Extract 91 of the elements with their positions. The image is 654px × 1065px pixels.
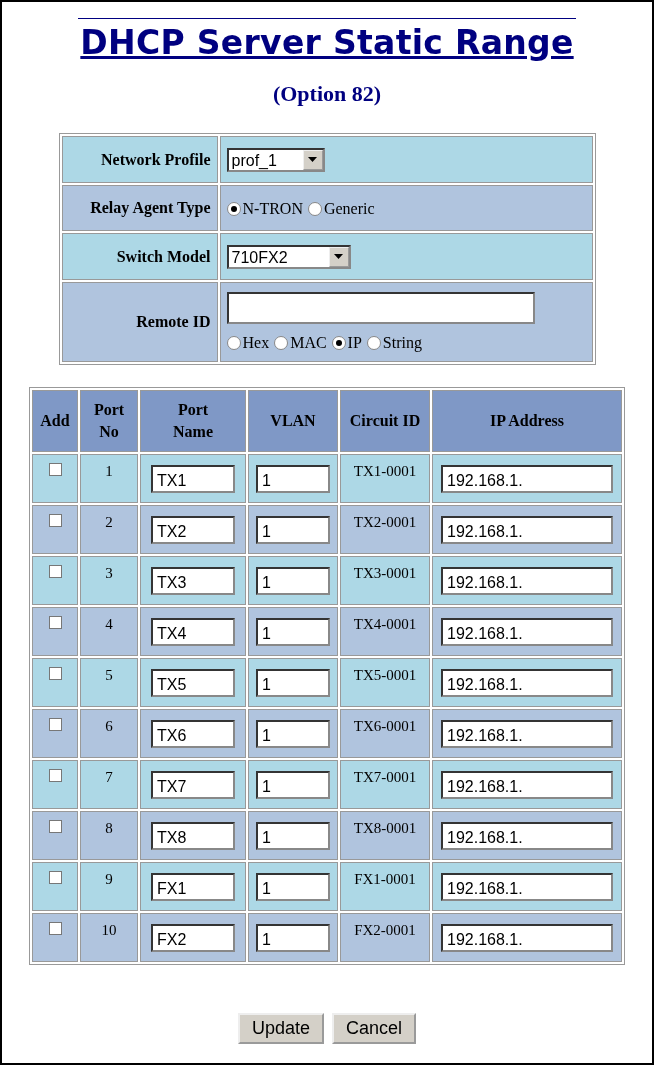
radio-button[interactable] (226, 335, 241, 350)
vlan-field[interactable]: 1 (256, 567, 330, 595)
column-header: VLAN (248, 390, 338, 452)
port-name-field[interactable]: TX1 (151, 465, 235, 493)
port-number: 5 (105, 667, 113, 683)
port-number: 4 (105, 616, 113, 632)
action-button[interactable]: Update (237, 1013, 324, 1044)
ip-address-field[interactable]: 192.168.1. (441, 669, 613, 697)
port-number: 1 (105, 463, 113, 479)
column-header: Add (32, 390, 78, 452)
ip-address-field[interactable]: 192.168.1. (441, 618, 613, 646)
port-number: 10 (101, 922, 117, 938)
circuit-id: FX1-0001 (354, 871, 416, 887)
circuit-id: TX3-0001 (353, 565, 417, 581)
port-name-field[interactable]: TX6 (151, 720, 235, 748)
field-label: Network Profile (61, 136, 218, 183)
radio-label[interactable]: Generic (323, 199, 375, 218)
ip-address-field[interactable]: 192.168.1. (441, 771, 613, 799)
column-header: IP Address (432, 390, 622, 452)
checkbox[interactable] (48, 616, 62, 629)
vlan-field[interactable]: 1 (256, 669, 330, 697)
circuit-id: TX6-0001 (353, 718, 417, 734)
circuit-id: TX7-0001 (353, 769, 417, 785)
vlan-field[interactable]: 1 (256, 516, 330, 544)
port-name-field[interactable]: TX2 (151, 516, 235, 544)
checkbox[interactable] (48, 820, 62, 833)
field-label: Relay Agent Type (61, 185, 218, 231)
column-header: Port Name (140, 390, 246, 452)
port-name-field[interactable]: TX4 (151, 618, 235, 646)
ip-address-field[interactable]: 192.168.1. (441, 567, 613, 595)
vlan-field[interactable]: 1 (256, 873, 330, 901)
port-number: 2 (105, 514, 113, 530)
ip-address-field[interactable]: 192.168.1. (441, 873, 613, 901)
page-title: DHCP Server Static Range (78, 18, 576, 63)
checkbox[interactable] (48, 769, 62, 782)
port-name-field[interactable]: TX7 (151, 771, 235, 799)
dropdown[interactable]: 710FX2 (226, 244, 351, 269)
vlan-field[interactable]: 1 (256, 822, 330, 850)
port-name-field[interactable]: TX3 (151, 567, 235, 595)
circuit-id: FX2-0001 (354, 922, 416, 938)
port-number: 3 (105, 565, 113, 581)
checkbox[interactable] (48, 565, 62, 578)
port-number: 9 (105, 871, 113, 887)
radio-button[interactable] (274, 335, 289, 350)
port-number: 7 (105, 769, 113, 785)
remote-id-field[interactable] (226, 292, 535, 325)
radio-button[interactable] (226, 201, 241, 216)
port-number: 8 (105, 820, 113, 836)
action-button[interactable]: Cancel (332, 1013, 417, 1044)
vlan-field[interactable]: 1 (256, 618, 330, 646)
radio-label[interactable]: Hex (242, 333, 270, 352)
column-header: Port No (80, 390, 138, 452)
radio-button[interactable] (331, 335, 346, 350)
checkbox[interactable] (48, 514, 62, 527)
radio-button[interactable] (307, 201, 322, 216)
checkbox[interactable] (48, 463, 62, 476)
field-label: Remote ID (61, 282, 218, 362)
radio-label[interactable]: N-TRON (242, 199, 303, 218)
ip-address-field[interactable]: 192.168.1. (441, 720, 613, 748)
radio-button[interactable] (366, 335, 381, 350)
radio-label[interactable]: IP (347, 333, 362, 352)
circuit-id: TX1-0001 (353, 463, 417, 479)
circuit-id: TX8-0001 (353, 820, 417, 836)
port-number: 6 (105, 718, 113, 734)
circuit-id: TX4-0001 (353, 616, 417, 632)
radio-label[interactable]: String (382, 333, 422, 352)
radio-label[interactable]: MAC (290, 333, 327, 352)
checkbox[interactable] (48, 922, 62, 935)
vlan-field[interactable]: 1 (256, 720, 330, 748)
port-name-field[interactable]: FX2 (151, 924, 235, 952)
caret-icon (334, 254, 343, 259)
vlan-field[interactable]: 1 (256, 465, 330, 493)
port-name-field[interactable]: TX5 (151, 669, 235, 697)
ip-address-field[interactable]: 192.168.1. (441, 465, 613, 493)
circuit-id: TX2-0001 (353, 514, 417, 530)
checkbox[interactable] (48, 667, 62, 680)
caret-icon (308, 157, 317, 162)
ip-address-field[interactable]: 192.168.1. (441, 822, 613, 850)
port-name-field[interactable]: TX8 (151, 822, 235, 850)
checkbox[interactable] (48, 871, 62, 884)
column-header: Circuit ID (340, 390, 430, 452)
vlan-field[interactable]: 1 (256, 924, 330, 952)
vlan-field[interactable]: 1 (256, 771, 330, 799)
circuit-id: TX5-0001 (353, 667, 417, 683)
page-subtitle: (Option 82) (272, 81, 382, 107)
ip-address-field[interactable]: 192.168.1. (441, 516, 613, 544)
port-name-field[interactable]: FX1 (151, 873, 235, 901)
field-label: Switch Model (61, 233, 218, 280)
checkbox[interactable] (48, 718, 62, 731)
dropdown[interactable]: prof_1 (226, 147, 325, 172)
ip-address-field[interactable]: 192.168.1. (441, 924, 613, 952)
